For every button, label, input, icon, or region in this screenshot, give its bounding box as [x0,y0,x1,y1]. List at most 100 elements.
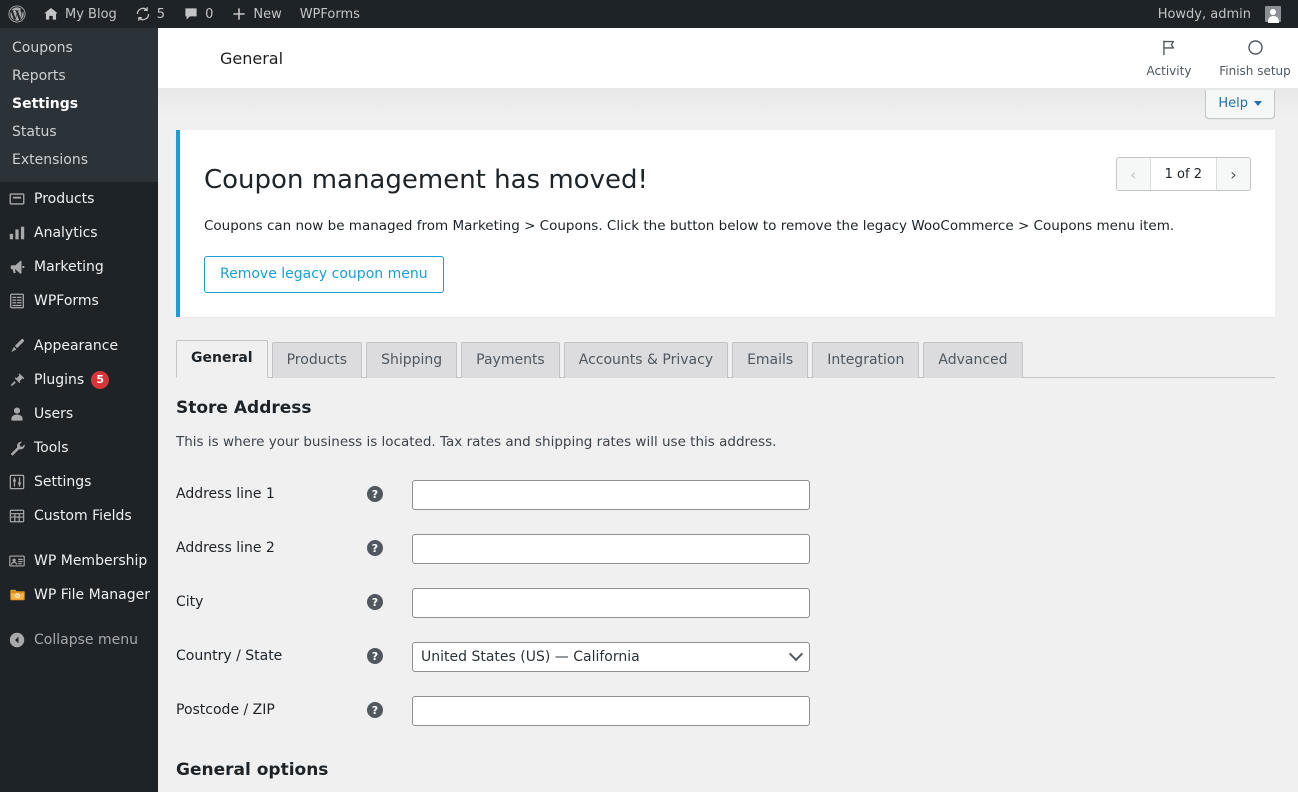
tab-general[interactable]: General [176,339,268,379]
wordpress-logo-button[interactable] [0,0,34,28]
woocommerce-submenu: Coupons Reports Settings Status Extensio… [0,28,158,182]
help-strip: Help [158,88,1298,130]
sidebar-subitem-reports[interactable]: Reports [0,62,158,90]
address-line-2-input[interactable] [412,534,810,565]
plugins-update-badge: 5 [91,371,110,389]
flag-icon [1160,38,1179,60]
sidebar-item-plugins[interactable]: Plugins 5 [0,363,158,397]
marketing-megaphone-icon [0,258,34,276]
tab-products[interactable]: Products [271,341,363,379]
store-address-description: This is where your business is located. … [176,434,777,451]
field-label: Postcode / ZIP [176,702,275,719]
tab-emails[interactable]: Emails [732,341,809,379]
header-actions: Activity Finish setup [1126,28,1298,88]
new-content-button[interactable]: New [222,0,290,28]
sidebar-item-label: WP File Manager [34,587,150,603]
sidebar-item-label: Appearance [34,338,119,354]
sidebar-item-wp-file-manager[interactable]: W WP File Manager [0,578,158,612]
tab-integration[interactable]: Integration [812,341,920,379]
notice-pagination: ‹ 1 of 2 › [1115,157,1251,191]
admin-bar: My Blog 5 0 New WPForms Howdy, admin [0,0,1298,28]
help-tip-icon[interactable]: ? [367,594,383,611]
finish-setup-button[interactable]: Finish setup [1212,28,1298,88]
analytics-icon [0,224,34,242]
country-state-value: United States (US) — California [421,649,640,666]
sidebar-item-label: Tools [34,440,69,456]
custom-fields-grid-icon [0,507,34,525]
field-label: Country / State [176,648,283,665]
sidebar-item-label: Users [34,406,74,422]
admin-sidebar: Coupons Reports Settings Status Extensio… [0,28,158,792]
sidebar-separator [0,533,158,544]
tab-payments[interactable]: Payments [461,341,560,379]
settings-sliders-icon [0,473,34,491]
sidebar-item-wp-membership[interactable]: WP Membership [0,544,158,578]
home-icon [43,6,59,22]
country-state-select[interactable]: United States (US) — California [412,642,810,673]
coupon-moved-notice: Coupon management has moved! Coupons can… [176,130,1275,317]
collapse-menu-button[interactable]: Collapse menu [0,623,158,657]
wordpress-logo-icon [8,5,26,23]
plus-icon [231,6,247,22]
store-address-title: Store Address [176,398,312,419]
sidebar-item-users[interactable]: Users [0,397,158,431]
site-name-button[interactable]: My Blog [34,0,126,28]
tab-accounts-privacy[interactable]: Accounts & Privacy [563,341,729,379]
sidebar-subitem-coupons[interactable]: Coupons [0,34,158,62]
users-icon [0,405,34,423]
my-account-button[interactable]: Howdy, admin [1149,0,1290,28]
settings-tabs: General Products Shipping Payments Accou… [176,339,1275,379]
tab-advanced[interactable]: Advanced [923,341,1023,379]
postcode-zip-input[interactable] [412,696,810,727]
sidebar-item-label: WPForms [34,293,99,309]
chevron-left-icon[interactable]: ‹ [1116,158,1150,190]
city-input[interactable] [412,588,810,619]
svg-text:W: W [15,594,19,598]
updates-button[interactable]: 5 [126,0,174,28]
sidebar-item-label: Plugins [34,372,85,388]
circle-progress-icon [1246,38,1265,60]
sidebar-item-label: Products [34,191,95,207]
wpforms-adminbar-button[interactable]: WPForms [291,0,369,28]
remove-legacy-coupon-menu-button[interactable]: Remove legacy coupon menu [204,256,444,293]
general-options-title: General options [176,760,329,781]
sidebar-item-label: Analytics [34,225,98,241]
tools-wrench-icon [0,439,34,457]
help-tip-icon[interactable]: ? [367,486,383,503]
main-content: General Activity Finish setup Help Coupo… [158,28,1298,792]
sidebar-item-settings[interactable]: Settings [0,465,158,499]
sidebar-subitem-status[interactable]: Status [0,118,158,146]
collapse-arrow-icon [0,631,34,649]
comment-icon [183,6,199,22]
activity-panel-button[interactable]: Activity [1126,28,1212,88]
sidebar-separator [0,318,158,329]
comments-button[interactable]: 0 [174,0,222,28]
notice-page-label: 1 of 2 [1149,158,1217,190]
field-label: City [176,594,204,611]
sidebar-subitem-settings[interactable]: Settings [0,90,158,118]
help-tip-icon[interactable]: ? [367,648,383,665]
help-tip-icon[interactable]: ? [367,702,383,719]
sidebar-item-label: WP Membership [34,553,148,569]
field-label: Address line 1 [176,486,275,503]
tab-shipping[interactable]: Shipping [366,341,458,379]
address-line-1-input[interactable] [412,480,810,511]
help-tab-button[interactable]: Help [1205,90,1275,119]
wpforms-adminbar-label: WPForms [299,6,360,22]
sidebar-item-marketing[interactable]: Marketing [0,250,158,284]
sidebar-subitem-extensions[interactable]: Extensions [0,146,158,174]
help-tip-icon[interactable]: ? [367,540,383,557]
form-row-city: City ? [176,576,1275,630]
sidebar-item-custom-fields[interactable]: Custom Fields [0,499,158,533]
new-content-label: New [253,6,282,22]
sidebar-item-wpforms[interactable]: WPForms [0,284,158,318]
sidebar-item-appearance[interactable]: Appearance [0,329,158,363]
sidebar-separator [0,612,158,623]
chevron-right-icon[interactable]: › [1217,158,1250,190]
sidebar-item-tools[interactable]: Tools [0,431,158,465]
sidebar-item-label: Custom Fields [34,508,132,524]
site-name-label: My Blog [65,6,117,22]
sidebar-item-products[interactable]: Products [0,182,158,216]
sidebar-item-analytics[interactable]: Analytics [0,216,158,250]
plugins-plug-icon [0,371,34,389]
